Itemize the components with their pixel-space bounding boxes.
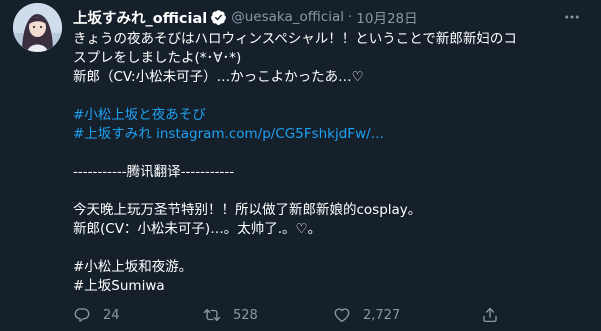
- more-options-icon[interactable]: [561, 6, 583, 28]
- tweet-line: #上坂Sumiwa: [73, 278, 165, 294]
- tweet-line: #小松上坂和夜游。: [73, 259, 193, 275]
- tweet-line: 今天晚上玩万圣节特别！！所以做了新郎新娘的cosplay。: [73, 202, 422, 218]
- tweet-text: きょうの夜あそびはハロウィンスペシャル！！ということで新郎新妇のコ スプレをしま…: [73, 30, 589, 296]
- separator-dot: ·: [347, 9, 353, 25]
- like-count: 2,727: [363, 307, 401, 323]
- translation-divider: -----------腾讯翻译-----------: [73, 164, 235, 180]
- tweet[interactable]: 上坂すみれ_official @uesaka_official · 10月28日…: [0, 0, 601, 331]
- reply-count: 24: [103, 307, 120, 323]
- display-name[interactable]: 上坂すみれ_official: [73, 7, 207, 28]
- like-button[interactable]: 2,727: [333, 305, 400, 325]
- reply-icon: [74, 308, 90, 322]
- timestamp[interactable]: 10月28日: [356, 7, 417, 27]
- tweet-line: 新郎（CV:小松未可子）…かっこよかったあ…♡: [73, 69, 364, 85]
- avatar[interactable]: [13, 3, 62, 52]
- action-bar: 24 528 2,727: [73, 305, 593, 325]
- handle[interactable]: @uesaka_official: [231, 9, 344, 25]
- heart-icon: [334, 308, 350, 323]
- hashtag-instagram-link[interactable]: #上坂すみれ instagram.com/p/CG5FshkjdFw/…: [73, 125, 589, 144]
- hashtag-link[interactable]: #小松上坂と夜あそび: [73, 106, 589, 125]
- tweet-line: きょうの夜あそびはハロウィンスペシャル！！ということで新郎新妇のコ: [73, 31, 517, 47]
- retweet-icon: [203, 309, 221, 321]
- retweet-count: 528: [233, 307, 258, 323]
- verified-badge-icon: [210, 9, 227, 26]
- tweet-line: スプレをしましたよ(*･∀･*): [73, 50, 242, 66]
- share-button[interactable]: [481, 305, 499, 325]
- retweet-button[interactable]: 528: [203, 305, 258, 325]
- avatar-image: [13, 3, 62, 52]
- reply-button[interactable]: 24: [73, 305, 120, 325]
- tweet-line: 新郎(CV：小松未可子)…。太帅了.。♡。: [73, 221, 322, 237]
- share-icon: [483, 307, 497, 323]
- tweet-header: 上坂すみれ_official @uesaka_official · 10月28日: [73, 6, 561, 28]
